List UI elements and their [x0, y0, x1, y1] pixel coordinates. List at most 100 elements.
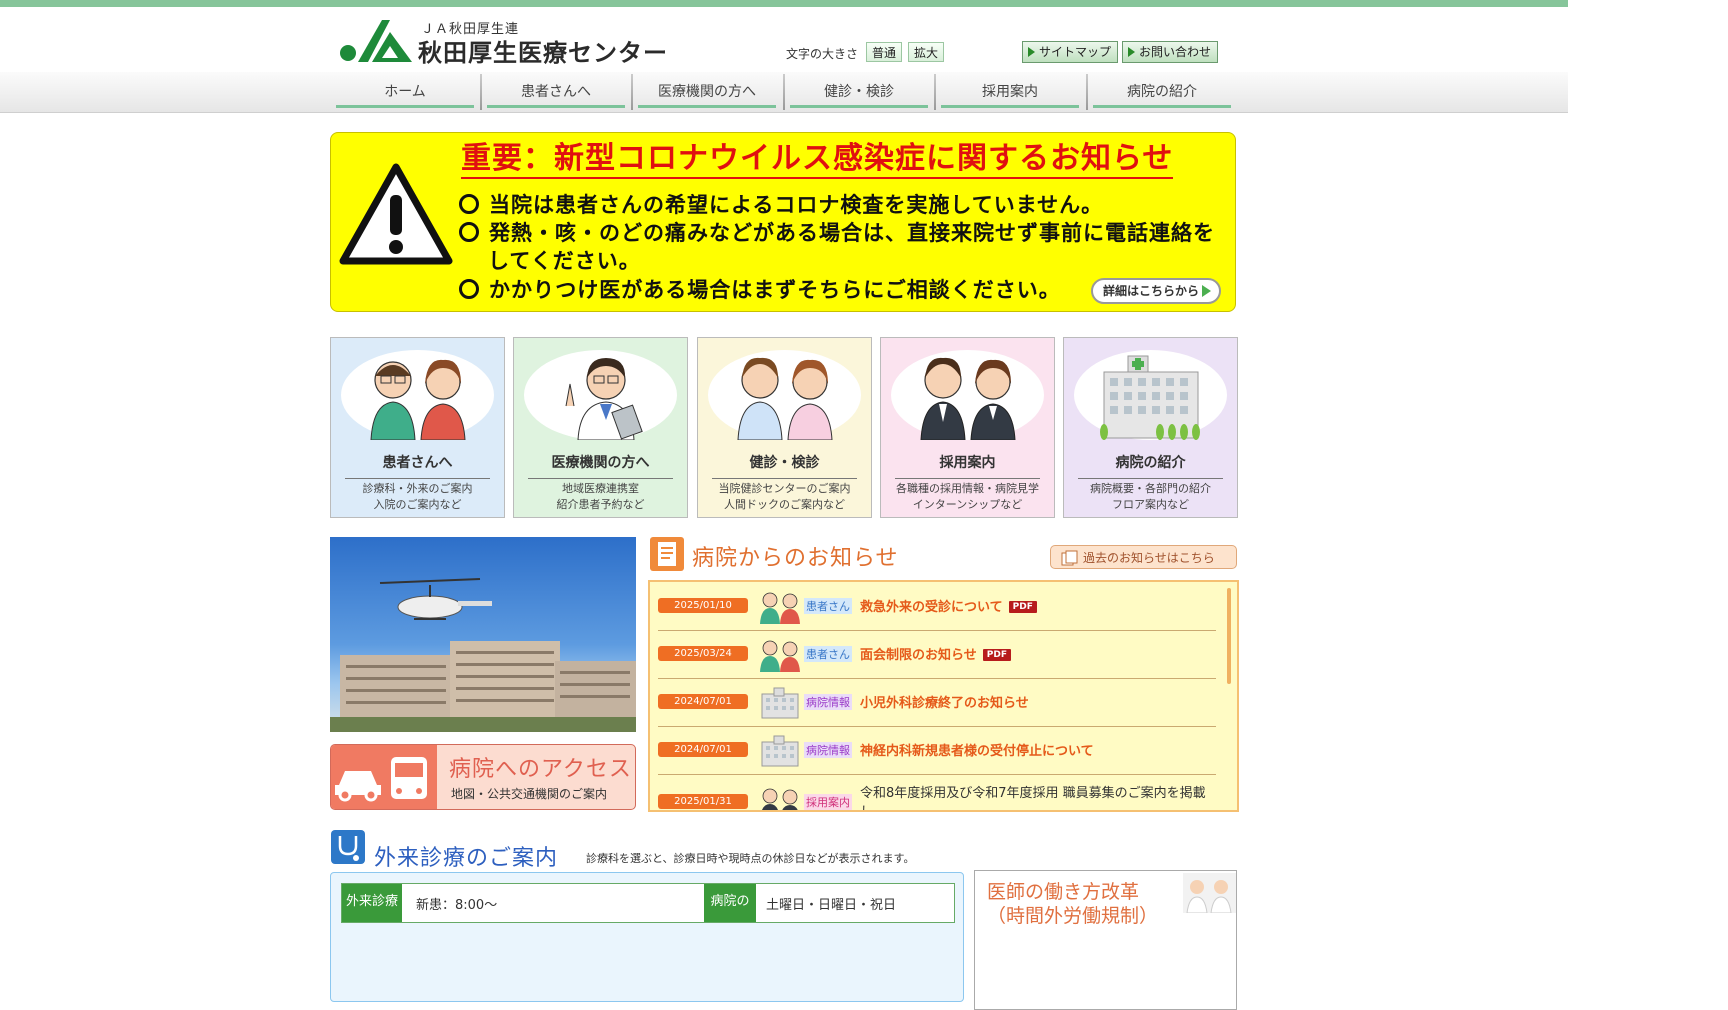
news-item[interactable]: 2025/01/10 患者さん 救急外来の受診について PDF: [658, 582, 1216, 631]
alert-line-2: 発熱・咳・のどの痛みなどがある場合は、直接来院せず事前に電話連絡を: [459, 217, 1215, 247]
card-title: 患者さんへ: [345, 452, 490, 479]
card-description: 当院健診センターのご案内 人間ドックのご案内など: [718, 482, 851, 511]
nav-underline: [336, 105, 474, 108]
nav-checkups[interactable]: 健診・検診: [784, 74, 934, 110]
news-text: 神経内科新規患者様の受付停止について: [860, 744, 1094, 759]
nav-recruit[interactable]: 採用案内: [935, 74, 1085, 110]
font-large-button[interactable]: 拡大: [908, 42, 944, 62]
outpatient-title: 外来診療のご案内: [374, 846, 559, 871]
news-date: 2025/03/24: [658, 646, 748, 661]
news-category: 患者さん: [804, 598, 852, 614]
past-news-label: 過去のお知らせはこちら: [1083, 551, 1215, 565]
news-category: 病院情報: [804, 694, 852, 710]
sitemap-button[interactable]: サイトマップ: [1022, 41, 1118, 63]
font-size-label: 文字の大きさ: [786, 47, 859, 61]
card-title: 病院の紹介: [1078, 452, 1223, 479]
outpatient-hours: 新患：8:00～: [416, 898, 498, 913]
outpatient-box: 外来診療 新患：8:00～ 病院の 土曜日・日曜日・祝日: [330, 872, 964, 1002]
outpatient-subtitle: 診療科を選ぶと、診療日時や現時点の休診日などが表示されます。: [586, 852, 915, 865]
access-title: 病院へのアクセス: [449, 757, 632, 782]
news-category: 患者さん: [804, 646, 852, 662]
card-title: 健診・検診: [712, 452, 857, 479]
patients-small-icon: [760, 640, 800, 672]
alert-detail-button[interactable]: 詳細はこちらから: [1091, 278, 1221, 304]
news-date: 2024/07/01: [658, 742, 748, 757]
news-item[interactable]: 2024/07/01 病院情報 神経内科新規患者様の受付停止について: [658, 726, 1216, 775]
outpatient-table: 外来診療 新患：8:00～ 病院の 土曜日・日曜日・祝日: [341, 883, 955, 923]
nav-patients-label: 患者さんへ: [521, 84, 591, 100]
top-accent-bar: [0, 0, 1568, 7]
doctors-photo-icon: [1183, 873, 1236, 913]
circle-bullet-icon: [459, 279, 479, 299]
card-title: 医療機関の方へ: [528, 452, 673, 479]
patients-small-icon: [760, 592, 800, 624]
nav-underline: [790, 105, 928, 108]
alert-line-3: かかりつけ医がある場合はまずそちらにご相談ください。: [459, 274, 1061, 304]
nav-recruit-label: 採用案内: [982, 84, 1038, 100]
access-icon-panel: [331, 745, 437, 809]
site-title[interactable]: 秋田厚生医療センター: [418, 33, 668, 68]
card-about[interactable]: 病院の紹介 病院概要・各部門の紹介 フロア案内など: [1063, 337, 1238, 518]
news-category: 採用案内: [804, 794, 852, 810]
stethoscope-icon: [331, 830, 365, 864]
card-checkups[interactable]: 健診・検診 当院健診センターのご案内 人間ドックのご案内など: [697, 337, 872, 518]
past-news-button[interactable]: 過去のお知らせはこちら: [1050, 545, 1237, 569]
helicopter-icon: [379, 578, 492, 620]
hospital-photo: [330, 537, 636, 732]
nav-underline: [941, 105, 1079, 108]
nav-home[interactable]: ホーム: [330, 74, 480, 110]
news-text: 面会制限のお知らせ PDF: [860, 644, 1011, 663]
circle-bullet-icon: [459, 222, 479, 242]
card-medical-institutions[interactable]: 医療機関の方へ 地域医療連携室 紹介患者予約など: [513, 337, 688, 518]
card-patients[interactable]: 患者さんへ 診療科・外来のご案内 入院のご案内など: [330, 337, 505, 518]
banner-title: 医師の働き方改革: [987, 881, 1140, 903]
alert-line-1: 当院は患者さんの希望によるコロナ検査を実施していません。: [459, 189, 1103, 219]
holiday-header: 病院の: [704, 884, 756, 922]
ja-logo-icon[interactable]: [338, 18, 414, 64]
hospital-building-icon: [1100, 355, 1200, 440]
pdf-icon: PDF: [1008, 601, 1037, 613]
card-description: 診療科・外来のご案内 入院のご案内など: [362, 482, 473, 511]
recruit-small-icon: [762, 788, 798, 810]
access-banner[interactable]: 病院へのアクセス 地図・公共交通機関のご案内: [330, 744, 636, 810]
news-text: 救急外来の受診について PDF: [860, 596, 1037, 615]
outpatient-header: 外来診療: [342, 884, 402, 922]
news-date: 2025/01/10: [658, 598, 748, 613]
nav-patients[interactable]: 患者さんへ: [481, 74, 631, 110]
nav-about[interactable]: 病院の紹介: [1087, 74, 1237, 110]
news-list[interactable]: 2025/01/10 患者さん 救急外来の受診について PDF 2025/03/2…: [648, 580, 1239, 812]
nav-underline: [487, 105, 625, 108]
patients-illustration-icon: [370, 359, 466, 440]
recruit-illustration-icon: [920, 357, 1016, 440]
covid-alert-panel[interactable]: 重要：新型コロナウイルス感染症に関するお知らせ 当院は患者さんの希望によるコロナ…: [330, 132, 1236, 312]
news-item[interactable]: 2024/07/01 病院情報 小児外科診療終了のお知らせ: [658, 678, 1216, 727]
nav-underline: [1093, 105, 1231, 108]
card-recruit[interactable]: 採用案内 各職種の採用情報・病院見学 インターンシップなど: [880, 337, 1055, 518]
alert-line-2b: してください。: [488, 249, 641, 273]
access-subtitle: 地図・公共交通機関のご案内: [451, 787, 608, 801]
contact-button[interactable]: お問い合わせ: [1122, 41, 1218, 63]
nav-medical-label: 医療機関の方へ: [658, 84, 756, 100]
holiday-days: 土曜日・日曜日・祝日: [766, 898, 897, 913]
news-category: 病院情報: [804, 742, 852, 758]
banner-subtitle: （時間外労働規制）: [987, 905, 1159, 927]
pdf-icon: PDF: [982, 649, 1011, 661]
circle-bullet-icon: [459, 194, 479, 214]
nav-checkups-label: 健診・検診: [824, 84, 894, 100]
news-item[interactable]: 2025/01/31 採用案内 令和8年度採用及び令和7年度採用 職員募集のご案…: [658, 774, 1216, 810]
card-description: 地域医療連携室 紹介患者予約など: [556, 482, 645, 511]
doctor-illustration-icon: [565, 358, 643, 440]
news-title: 病院からのお知らせ: [692, 546, 899, 571]
news-document-icon: [650, 537, 684, 571]
news-item[interactable]: 2025/03/24 患者さん 面会制限のお知らせ PDF: [658, 630, 1216, 679]
car-bus-icon: [335, 757, 427, 802]
checkup-illustration-icon: [737, 357, 833, 440]
nav-medical-institutions[interactable]: 医療機関の方へ: [632, 74, 782, 110]
work-style-reform-banner[interactable]: 医師の働き方改革 （時間外労働規制）: [974, 870, 1237, 1010]
news-scrollbar[interactable]: [1227, 588, 1231, 684]
news-text: 小児外科診療終了のお知らせ: [860, 696, 1029, 711]
font-normal-button[interactable]: 普通: [866, 42, 902, 62]
nav-home-label: ホーム: [384, 84, 426, 100]
hospital-small-icon: [761, 735, 799, 767]
warning-icon: [339, 163, 453, 265]
